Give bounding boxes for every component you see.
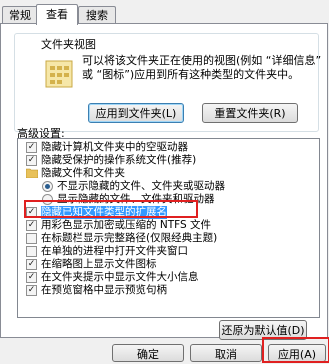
ok-button[interactable]: 确定 — [112, 344, 184, 362]
folder-view-title: 文件夹视图 — [39, 36, 98, 52]
advanced-setting-label: 在预览窗格中显示预览句柄 — [41, 284, 167, 296]
cancel-button[interactable]: 取消 — [190, 344, 262, 362]
advanced-setting-label: 隐藏受保护的操作系统文件(推荐) — [41, 154, 197, 166]
advanced-setting-row[interactable]: ✓ 用彩色显示加密或压缩的 NTFS 文件 — [18, 219, 319, 232]
advanced-setting-row[interactable]: 显示隐藏的文件、文件夹和驱动器 — [18, 193, 319, 206]
checkbox-unchecked[interactable] — [26, 246, 37, 257]
advanced-setting-label: 在标题栏显示完整路径(仅限经典主题) — [41, 232, 218, 244]
checkbox-checked[interactable]: ✓ — [26, 285, 37, 296]
advanced-setting-row[interactable]: 在标题栏显示完整路径(仅限经典主题) — [18, 232, 319, 245]
advanced-setting-row[interactable]: ✓ 隐藏受保护的操作系统文件(推荐) — [18, 154, 319, 167]
advanced-setting-row[interactable]: ✓ 在缩略图上显示文件图标 — [18, 258, 319, 271]
checkbox-checked[interactable]: ✓ — [26, 207, 37, 218]
apply-to-folders-button[interactable]: 应用到文件夹(L) — [88, 103, 184, 123]
radio-unselected[interactable] — [42, 194, 53, 205]
restore-defaults-button[interactable]: 还原为默认值(D) — [219, 320, 307, 340]
tab-general[interactable]: 常规 — [2, 6, 38, 24]
advanced-setting-row[interactable]: 不显示隐藏的文件、文件夹或驱动器 — [18, 180, 319, 193]
checkbox-checked[interactable]: ✓ — [26, 220, 37, 231]
checkbox-checked[interactable]: ✓ — [26, 259, 37, 270]
advanced-setting-label: 在单独的进程中打开文件夹窗口 — [41, 245, 188, 257]
advanced-setting-row[interactable]: ✓ 隐藏计算机文件夹中的空驱动器 — [18, 141, 319, 154]
folder-view-icon — [45, 60, 73, 88]
advanced-setting-label: 隐藏计算机文件夹中的空驱动器 — [41, 141, 188, 153]
advanced-setting-label: 在文件夹提示中显示文件大小信息 — [41, 271, 199, 283]
apply-button[interactable]: 应用(A) — [268, 344, 326, 362]
reset-folders-button[interactable]: 重置文件夹(R) — [202, 103, 298, 123]
advanced-setting-label: 在缩略图上显示文件图标 — [41, 258, 157, 270]
advanced-setting-row[interactable]: 在单独的进程中打开文件夹窗口 — [18, 245, 319, 258]
advanced-setting-label: 显示隐藏的文件、文件夹和驱动器 — [57, 193, 215, 205]
tab-bar: 常规 查看 搜索 — [0, 4, 329, 25]
advanced-settings-list[interactable]: ✓ 隐藏计算机文件夹中的空驱动器 ✓ 隐藏受保护的操作系统文件(推荐) 隐藏文件和文件夹… — [17, 138, 320, 318]
folder-view-group: 文件夹视图 可以将该文件夹正在使用的视图(例如 “详细信息” 或 “图标”)应用… — [14, 33, 321, 132]
advanced-setting-label: 用彩色显示加密或压缩的 NTFS 文件 — [41, 219, 211, 231]
advanced-setting-label: 隐藏文件和文件夹 — [41, 167, 125, 179]
radio-selected[interactable] — [42, 181, 53, 192]
folder-view-description: 可以将该文件夹正在使用的视图(例如 “详细信息” 或 “图标”)应用到所有这种类… — [82, 54, 322, 81]
folder-icon — [26, 168, 38, 178]
checkbox-checked[interactable]: ✓ — [26, 272, 37, 283]
tab-view[interactable]: 查看 — [36, 4, 78, 25]
advanced-setting-row[interactable]: ✓ 在预览窗格中显示预览句柄 — [18, 284, 319, 297]
advanced-setting-row[interactable]: ✓ 在文件夹提示中显示文件大小信息 — [18, 271, 319, 284]
advanced-setting-row[interactable]: ✓ 隐藏已知文件类型的扩展名 — [18, 206, 319, 219]
advanced-setting-label: 隐藏已知文件类型的扩展名 — [41, 206, 167, 219]
tab-search[interactable]: 搜索 — [78, 6, 116, 24]
advanced-setting-row[interactable]: 隐藏文件和文件夹 — [18, 167, 319, 180]
view-tab-panel: 文件夹视图 可以将该文件夹正在使用的视图(例如 “详细信息” 或 “图标”)应用… — [0, 23, 328, 340]
advanced-setting-label: 不显示隐藏的文件、文件夹或驱动器 — [57, 180, 225, 192]
checkbox-checked[interactable]: ✓ — [26, 155, 37, 166]
checkbox-checked[interactable]: ✓ — [26, 142, 37, 153]
checkbox-unchecked[interactable] — [26, 233, 37, 244]
